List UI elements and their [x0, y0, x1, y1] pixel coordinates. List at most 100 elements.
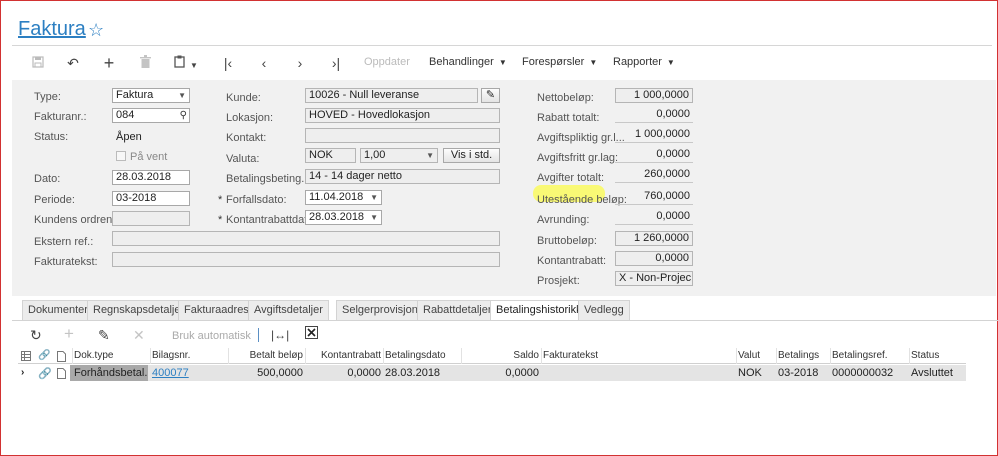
table-cell: 0,0000	[505, 367, 539, 379]
tab-selgerprovisjon[interactable]: Selgerprovisjon	[336, 300, 424, 321]
tab-betalingshistorikk[interactable]: Betalingshistorikk	[490, 300, 588, 321]
contact-label: Kontakt:	[226, 132, 267, 144]
actions-menu[interactable]: Behandlinger ▼	[429, 56, 507, 68]
column-separator	[305, 348, 306, 364]
currency-rate-select[interactable]: 1,00 ▼	[360, 148, 438, 163]
grid-settings-icon[interactable]	[21, 351, 31, 364]
chevron-down-icon: ▼	[178, 91, 186, 100]
invoice-text-field[interactable]	[112, 252, 500, 267]
total-value: 1 000,0000	[615, 128, 693, 143]
table-cell: NOK	[738, 367, 762, 379]
column-header[interactable]: Saldo	[463, 350, 539, 361]
total-value[interactable]: 1 000,0000	[615, 88, 693, 103]
table-cell: 0,0000	[347, 367, 381, 379]
column-header[interactable]: Betalingsdato	[385, 350, 459, 361]
last-icon[interactable]: ›|	[327, 53, 345, 73]
chevron-down-icon: ▼	[498, 58, 507, 67]
table-cell: Forhåndsbetal...	[74, 367, 148, 379]
tab-bar: Dokumenter Regnskapsdetaljer Fakturaadress…	[22, 300, 998, 322]
date-field[interactable]: 28.03.2018	[112, 170, 190, 185]
delete-icon[interactable]: ✕	[133, 327, 145, 344]
excel-export-icon[interactable]	[305, 326, 318, 342]
table-row[interactable]: › 🔗 Forhåndsbetal... 400077 500,0000 0,0000…	[18, 365, 966, 382]
copy-paste-icon[interactable]: ▼	[172, 53, 200, 73]
delete-icon[interactable]	[136, 53, 154, 73]
next-icon[interactable]: ›	[291, 53, 309, 73]
total-label: Avgiftspliktig gr.l...	[537, 132, 625, 144]
main-toolbar: ↶ + ▼ |‹ ‹ › ›| Oppdater Behandlinger ▼ F…	[12, 47, 996, 80]
total-value[interactable]: 1 260,0000	[615, 231, 693, 246]
refresh-icon[interactable]: ↻	[30, 327, 42, 344]
discount-date-field[interactable]: 28.03.2018 ▼	[305, 210, 382, 225]
invoice-no-field[interactable]: 084 ⚲	[112, 108, 190, 123]
column-separator	[72, 348, 73, 364]
chevron-down-icon: ▼	[426, 151, 434, 160]
total-label: Rabatt totalt:	[537, 112, 600, 124]
inquiries-menu[interactable]: Forespørsler ▼	[522, 56, 597, 68]
total-label: Avgiftsfritt gr.lag:	[537, 152, 619, 164]
reports-menu-label: Rapporter	[613, 56, 662, 68]
external-ref-field[interactable]	[112, 231, 500, 246]
currency-label: Valuta:	[226, 153, 260, 165]
column-header[interactable]: Betalingsref.	[832, 350, 907, 361]
column-separator	[909, 348, 910, 364]
due-date-field[interactable]: 11.04.2018 ▼	[305, 190, 382, 205]
total-value[interactable]: X - Non-Projec	[615, 271, 693, 286]
edit-customer-button[interactable]: ✎	[481, 88, 500, 103]
column-header[interactable]: Valut	[738, 350, 774, 361]
apply-automatically-button[interactable]: Bruk automatisk	[172, 330, 251, 342]
tab-avgiftsdetaljer[interactable]: Avgiftsdetaljer	[248, 300, 329, 321]
column-header[interactable]: Betalings	[778, 350, 828, 361]
chevron-down-icon: ▼	[370, 193, 378, 202]
view-in-base-currency-button[interactable]: Vis i std.	[443, 148, 500, 163]
currency-field[interactable]: NOK	[305, 148, 356, 163]
document-link[interactable]: 400077	[152, 367, 226, 379]
search-icon[interactable]: ⚲	[180, 109, 187, 122]
contact-field[interactable]	[305, 128, 500, 143]
column-header[interactable]: Betalt beløp	[230, 350, 303, 361]
column-separator	[830, 348, 831, 364]
actions-menu-label: Behandlinger	[429, 56, 494, 68]
column-header[interactable]: Kontantrabatt	[307, 350, 381, 361]
reports-menu[interactable]: Rapporter ▼	[613, 56, 675, 68]
tab-rabattdetaljer[interactable]: Rabattdetaljer	[417, 300, 498, 321]
tab-dokumenter[interactable]: Dokumenter	[22, 300, 94, 321]
add-icon[interactable]: +	[64, 324, 74, 344]
type-select[interactable]: Faktura ▼	[112, 88, 190, 103]
tab-regnskapsdetaljer[interactable]: Regnskapsdetaljer	[87, 300, 191, 321]
attachment-icon: 🔗	[38, 350, 51, 361]
customer-order-field[interactable]	[112, 211, 190, 226]
payment-terms-field[interactable]: 14 - 14 dager netto	[305, 169, 500, 184]
due-date-required-star: *	[218, 194, 223, 206]
customer-field[interactable]: 10026 - Null leveranse	[305, 88, 478, 103]
column-header[interactable]: Dok.type	[74, 350, 148, 361]
previous-icon[interactable]: ‹	[255, 53, 273, 73]
invoice-no-label: Fakturanr.:	[34, 111, 87, 123]
total-label: Prosjekt:	[537, 275, 580, 287]
row-expand-icon[interactable]: ›	[21, 367, 24, 378]
column-separator	[228, 348, 229, 364]
star-outline-icon[interactable]: ☆	[88, 20, 104, 41]
undo-icon[interactable]: ↶	[64, 53, 82, 73]
total-value[interactable]: 0,0000	[615, 251, 693, 266]
on-hold-checkbox[interactable]	[116, 151, 126, 161]
first-icon[interactable]: |‹	[219, 53, 237, 73]
add-icon[interactable]: +	[100, 53, 118, 73]
customer-order-label: Kundens ordrenr.:	[34, 214, 122, 226]
column-header[interactable]: Bilagsnr.	[152, 350, 226, 361]
save-icon[interactable]	[30, 53, 46, 73]
column-header[interactable]: Status	[911, 350, 962, 361]
fit-columns-icon[interactable]: |↔|	[271, 328, 289, 342]
update-button[interactable]: Oppdater	[364, 56, 410, 68]
period-field[interactable]: 03-2018	[112, 191, 190, 206]
page-title[interactable]: Faktura	[18, 18, 86, 41]
total-label: Utestående beløp:	[537, 194, 627, 206]
note-icon	[57, 351, 66, 365]
column-separator	[541, 348, 542, 364]
tab-vedlegg[interactable]: Vedlegg	[578, 300, 630, 321]
column-header[interactable]: Fakturatekst	[543, 350, 734, 361]
edit-icon[interactable]: ✎	[98, 327, 110, 344]
grid-header: 🔗 Dok.type Bilagsnr. Betalt beløp Kontantra…	[18, 348, 966, 364]
location-field[interactable]: HOVED - Hovedlokasjon	[305, 108, 500, 123]
attachment-icon: 🔗	[38, 368, 52, 380]
